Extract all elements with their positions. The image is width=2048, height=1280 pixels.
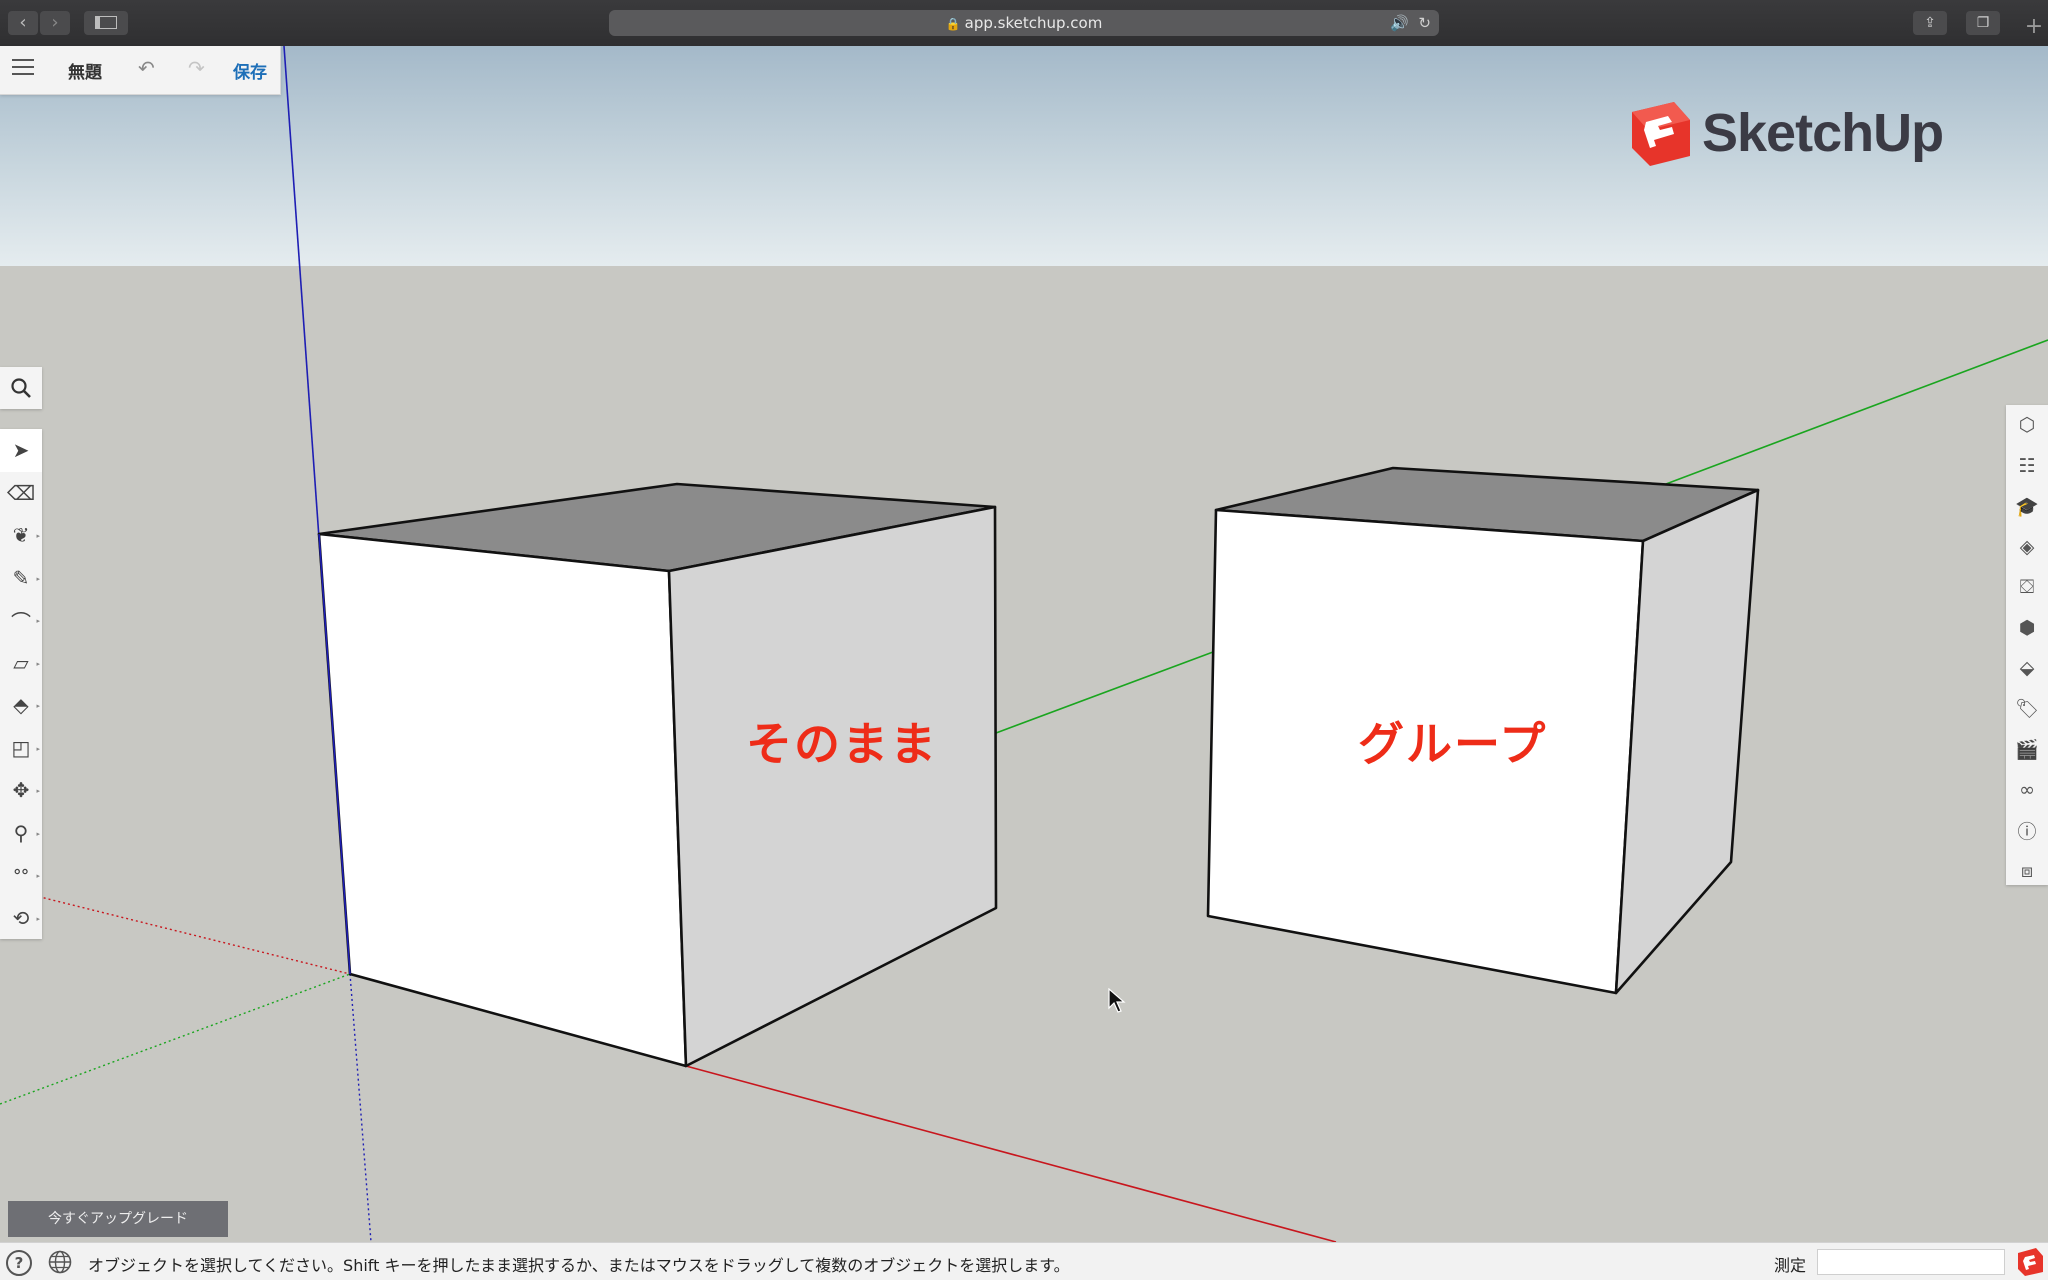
warehouse-button[interactable]: ⧈ (2006, 851, 2048, 892)
footprints-icon: ᐤᐤ (13, 863, 29, 888)
cube-raw-front[interactable] (317, 532, 688, 1068)
outliner-icon: ☷ (2018, 454, 2036, 477)
graduation-cap-icon: 🎓 (2015, 495, 2039, 518)
walk-tool[interactable]: ᐤᐤ ▸ (0, 854, 42, 897)
orbit-tool[interactable]: ⟲ ▸ (0, 897, 42, 940)
measurement-label: 測定 (1774, 1256, 1807, 1275)
clapperboard-icon: 🎬 (2015, 738, 2039, 761)
offset-tool[interactable]: ◰ ▸ (0, 727, 42, 770)
entity-info-button[interactable]: ⬢ (2006, 608, 2048, 649)
help-icon[interactable]: ? (6, 1250, 32, 1276)
rectangle-icon: ▱ (13, 650, 29, 675)
globe-icon[interactable] (48, 1250, 72, 1274)
move-icon: ✥ (12, 778, 30, 803)
orbit-icon: ⟲ (12, 905, 30, 930)
push-pull-icon: ⬘ (13, 693, 29, 718)
mouse-cursor-icon (1108, 988, 1126, 1013)
rectangle-tool[interactable]: ▱ ▸ (0, 642, 42, 685)
viewport-scene[interactable] (0, 0, 2048, 1280)
file-toolbar: 無題 ↶ ↷ 保存 (0, 46, 281, 95)
tape-tool[interactable]: ⚲ ▸ (0, 812, 42, 855)
search-icon (0, 367, 42, 410)
sketchup-logo: SketchUp (1628, 96, 1944, 170)
pushpull-tool[interactable]: ⬘ ▸ (0, 684, 42, 727)
pencil-icon: ✎ (12, 565, 30, 590)
tag-icon: 🏷 (2014, 698, 2040, 721)
arc-tool[interactable]: ⌒ ▸ (0, 599, 42, 642)
x-axis (685, 1065, 1337, 1243)
right-panel-toolbar: ⬡ ☷ 🎓 ◈ ⛋ ⬢ ⬙ 🏷 🎬 ∞ ⓘ ⧈ (2006, 405, 2048, 885)
status-bar: ? オブジェクトを選択してください。Shift キーを押したまま選択するか、また… (0, 1242, 2048, 1280)
tags-button[interactable]: 🏷 (2006, 689, 2048, 730)
measurement-input[interactable] (1817, 1249, 2005, 1275)
outliner-button[interactable]: ☷ (2006, 446, 2048, 487)
materials-icon: ◈ (2019, 535, 2035, 558)
warehouse-icon: ⧈ (2020, 859, 2034, 882)
x-axis-hidden (0, 886, 351, 975)
entity-cube-icon: ⬢ (2018, 616, 2036, 639)
arc-icon: ⌒ (11, 609, 31, 634)
z-axis-hidden (349, 973, 372, 1243)
left-toolbar: ➤ ⌫ ❦ ▸ ✎ ▸ ⌒ ▸ ▱ ▸ ⬘ ▸ ◰ ▸ ✥ ▸ ⚲ ▸ ᐤᐤ ▸ ⟲ ▸ (0, 429, 42, 939)
model-info-icon: ⓘ (2017, 820, 2037, 843)
model-title[interactable]: 無題 (68, 58, 102, 83)
eraser-tool[interactable]: ⌫ (0, 472, 42, 515)
sketchup-logo-icon (1628, 100, 1692, 166)
eraser-icon: ⌫ (6, 480, 36, 505)
y-axis-segment (995, 651, 1214, 734)
cube-raw-side[interactable] (667, 505, 998, 1068)
model-info-button[interactable]: ⓘ (2006, 810, 2048, 851)
styles-button[interactable]: ⬡ (2006, 405, 2048, 446)
scenes-button[interactable]: 🎬 (2006, 729, 2048, 770)
offset-icon: ◰ (11, 735, 31, 760)
display-button[interactable]: ∞ (2006, 770, 2048, 811)
arrow-cursor-icon: ➤ (12, 438, 30, 463)
move-tool[interactable]: ✥ ▸ (0, 769, 42, 812)
app-root: ‹ › 🔒 app.sketchup.com 🔊 ↻ ⇪ ❐ + そのまま グル… (0, 0, 2048, 1280)
solid-tools-icon: ⬙ (2019, 657, 2035, 680)
search-tool[interactable] (0, 367, 42, 409)
undo-icon[interactable]: ↶ (138, 56, 155, 80)
components-button[interactable]: ⛋ (2006, 567, 2048, 608)
menu-icon[interactable] (12, 59, 34, 75)
y-axis-hidden (0, 973, 351, 1105)
materials-button[interactable]: ◈ (2006, 527, 2048, 568)
cube-raw[interactable] (317, 482, 998, 1068)
sketchup-logo-text: SketchUp (1702, 103, 1944, 163)
instructor-button[interactable]: 🎓 (2006, 486, 2048, 527)
solid-tools-button[interactable]: ⬙ (2006, 648, 2048, 689)
upgrade-button[interactable]: 今すぐアップグレード (8, 1201, 228, 1237)
styles-icon: ⬡ (2018, 414, 2036, 437)
paint-bucket-icon: ❦ (12, 523, 30, 548)
label-group-face: グループ (1358, 717, 1548, 771)
redo-icon[interactable]: ↷ (188, 56, 205, 80)
pencil-tool[interactable]: ✎ ▸ (0, 557, 42, 600)
sketchup-small-icon[interactable] (2016, 1247, 2044, 1277)
y-axis (1665, 339, 2048, 485)
tape-measure-icon: ⚲ (13, 820, 29, 845)
label-raw-face: そのまま (746, 717, 938, 771)
save-button[interactable]: 保存 (233, 58, 267, 83)
status-message: オブジェクトを選択してください。Shift キーを押したまま選択するか、またはマ… (88, 1256, 1070, 1275)
select-tool[interactable]: ➤ (0, 429, 42, 472)
paint-tool[interactable]: ❦ ▸ (0, 514, 42, 557)
components-icon: ⛋ (2019, 576, 2035, 599)
glasses-icon: ∞ (2019, 778, 2035, 801)
